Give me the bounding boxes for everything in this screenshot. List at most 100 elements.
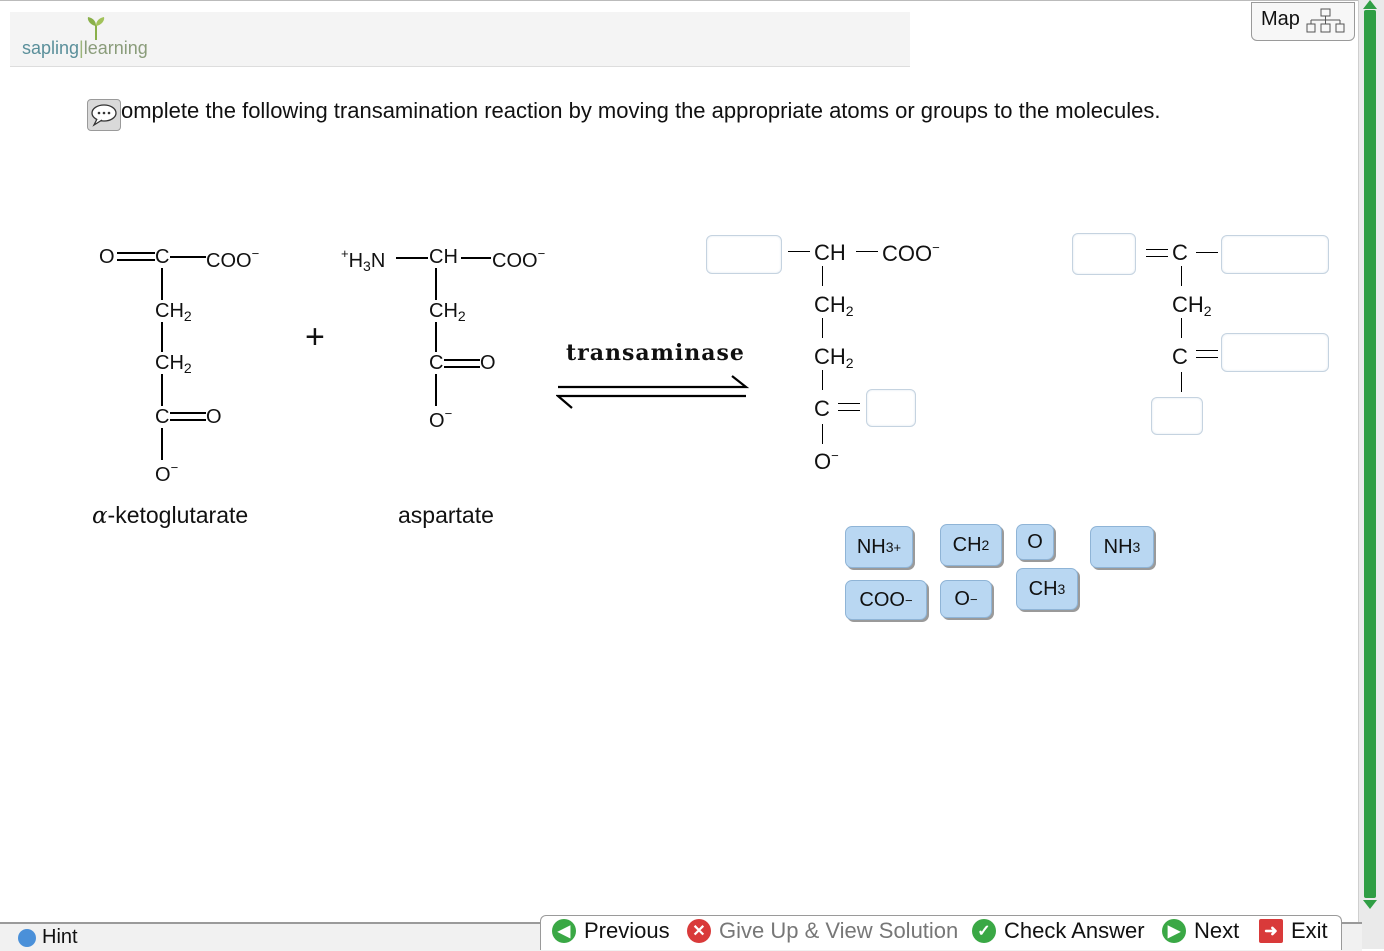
double-bond-line [838, 403, 860, 404]
tile-ch3[interactable]: CH 3 [1016, 568, 1078, 610]
single-bond-line [435, 268, 437, 300]
hint-bulb-icon [18, 928, 36, 947]
map-label: Map [1261, 8, 1300, 30]
single-bond-line [161, 374, 163, 406]
hint-button[interactable]: Hint [0, 926, 78, 949]
logo-text-sapling: sapling [22, 38, 80, 58]
exit-door-icon: ➜ [1259, 919, 1283, 943]
single-bond-line [788, 251, 810, 252]
double-bond-line [1196, 357, 1218, 358]
drop-target-p1-carbonyl[interactable] [866, 389, 916, 427]
single-bond-line [1181, 266, 1182, 286]
single-bond-line [161, 268, 163, 300]
drop-target-p2-left[interactable] [1072, 233, 1136, 275]
double-bond-line [117, 259, 155, 261]
ketoglutarate-c-carbonyl: C [155, 406, 170, 428]
aspartate-c-carbonyl: C [429, 352, 444, 374]
give-up-button[interactable]: ✕ Give Up & View Solution [687, 918, 958, 944]
drop-target-p2-right[interactable] [1221, 235, 1329, 274]
single-bond-line [435, 322, 437, 352]
tile-o-minus[interactable]: O − [940, 580, 992, 618]
product-2-c-mid: C [1172, 344, 1188, 369]
tile-nh3[interactable]: NH 3 [1090, 526, 1154, 568]
ketoglutarate-label: α-ketoglutarate [92, 502, 249, 529]
ketoglutarate-top-c: C [155, 246, 170, 268]
exit-label: Exit [1291, 918, 1328, 943]
double-bond-line [170, 412, 206, 414]
aspartate-ch2: CH2 [429, 300, 466, 324]
equilibrium-arrows-icon [556, 375, 750, 409]
ketoglutarate-ch2-a: CH2 [155, 300, 192, 324]
single-bond-line [161, 428, 163, 460]
double-bond-line [838, 410, 860, 411]
product-1-coo: COO− [882, 240, 940, 266]
aspartate-o-minus: O− [429, 406, 453, 432]
double-bond-line [1196, 350, 1218, 351]
check-answer-label: Check Answer [1004, 918, 1145, 943]
tile-ch2[interactable]: CH 2 [940, 524, 1002, 566]
tile-coo-minus[interactable]: COO − [845, 580, 927, 620]
scroll-up-arrow-icon[interactable] [1363, 0, 1377, 9]
scrollbar-thumb[interactable] [1364, 10, 1376, 898]
give-up-x-icon: ✕ [687, 919, 711, 943]
single-bond-line [822, 424, 823, 444]
check-mark-icon: ✓ [972, 919, 996, 943]
hint-label: Hint [42, 926, 78, 948]
next-arrow-icon: ▶ [1162, 919, 1186, 943]
single-bond-line [822, 266, 823, 286]
next-button[interactable]: ▶ Next [1162, 918, 1239, 944]
enzyme-label: transaminase [566, 340, 745, 366]
speech-bubble-icon[interactable] [87, 99, 121, 131]
product-1-ch2-b: CH2 [814, 344, 854, 371]
single-bond-line [435, 374, 437, 406]
aspartate-ch: CH [429, 246, 458, 268]
product-2-c-top: C [1172, 240, 1188, 265]
double-bond-line [1146, 249, 1168, 250]
map-button[interactable]: Map [1251, 2, 1355, 41]
product-1-ch2-a: CH2 [814, 292, 854, 319]
single-bond-line [1181, 372, 1182, 392]
ketoglutarate-o-minus: O− [155, 460, 179, 486]
single-bond-line [161, 322, 163, 352]
double-bond-line [117, 252, 155, 254]
single-bond-line [822, 318, 823, 338]
drop-target-p2-bottom[interactable] [1151, 397, 1203, 435]
tile-o[interactable]: O [1016, 524, 1054, 560]
double-bond-line [170, 419, 206, 421]
product-1-o-minus: O− [814, 448, 839, 474]
product-1-ch: CH [814, 240, 846, 265]
single-bond-line [1181, 318, 1182, 338]
give-up-label: Give Up & View Solution [719, 918, 959, 943]
exit-button[interactable]: ➜ Exit [1259, 918, 1328, 944]
product-2-ch2: CH2 [1172, 292, 1212, 319]
tile-nh3-plus[interactable]: NH 3 + [845, 526, 913, 568]
ketoglutarate-coo: COO− [206, 246, 260, 272]
logo-text-learning: learning [83, 38, 148, 58]
previous-label: Previous [584, 918, 670, 943]
product-1-c: C [814, 396, 830, 421]
check-answer-button[interactable]: ✓ Check Answer [972, 918, 1145, 944]
single-bond-line [822, 370, 823, 390]
next-label: Next [1194, 918, 1240, 943]
aspartate-coo: COO− [492, 246, 546, 272]
question-text: omplete the following transamination rea… [121, 98, 1161, 123]
double-bond-line [444, 359, 480, 361]
ketoglutarate-o-carbonyl: O [206, 406, 222, 428]
sprout-icon [87, 17, 105, 40]
scroll-down-arrow-icon[interactable] [1363, 900, 1377, 909]
drop-target-p1-left[interactable] [706, 235, 782, 274]
aspartate-label: aspartate [398, 502, 494, 528]
ketoglutarate-ch2-b: CH2 [155, 352, 192, 376]
single-bond-line [1196, 252, 1218, 253]
top-border [0, 0, 1362, 1]
aspartate-o-carbonyl: O [480, 352, 496, 374]
aspartate-h3n: +H3N [341, 246, 386, 274]
double-bond-line [444, 366, 480, 368]
double-bond-line [1146, 256, 1168, 257]
single-bond-line [396, 257, 428, 259]
previous-button[interactable]: ◀ Previous [552, 918, 670, 944]
sapling-logo: sapling|learning [22, 17, 148, 59]
single-bond-line [170, 256, 206, 258]
drop-target-p2-carbonyl[interactable] [1221, 333, 1329, 372]
map-tree-icon [1306, 8, 1345, 33]
